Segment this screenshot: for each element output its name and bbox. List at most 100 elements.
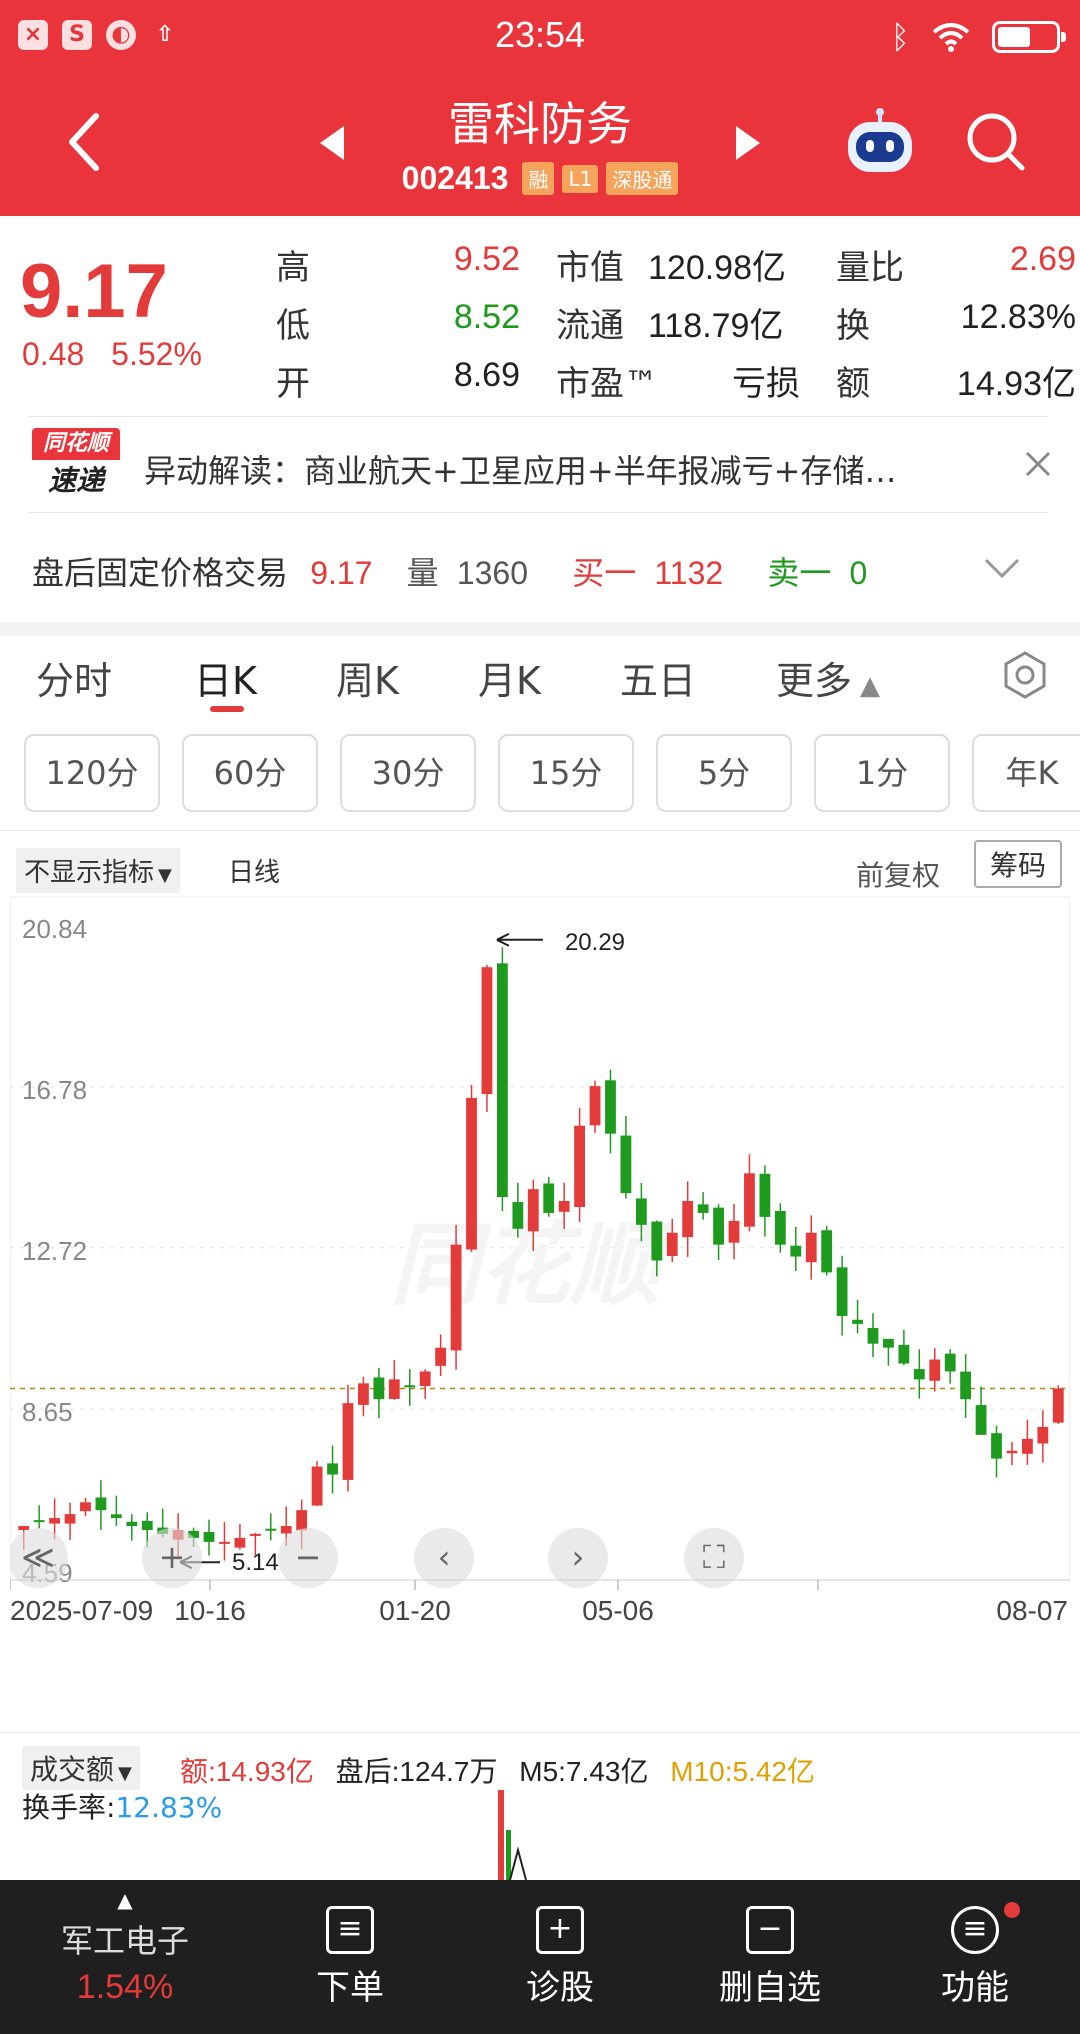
after-hours-price: 9.17 — [310, 555, 373, 591]
news-badge-bottom: 速递 — [47, 464, 104, 497]
indicator-label: 不显示指标 — [24, 858, 155, 888]
turnover-rate-row: 换手率:12.83% — [22, 1786, 222, 1826]
kline-chart[interactable]: 20.8416.7812.728.654.59同花顺20.295.14≪+−‹›… — [8, 895, 1071, 1666]
candle-body — [280, 1526, 292, 1534]
buy1-value: 1132 — [654, 555, 724, 591]
nav-functions-label: 功能 — [941, 1968, 1009, 2008]
candle-body — [18, 1526, 30, 1530]
candle-body — [635, 1198, 647, 1225]
volume-bars — [498, 1790, 527, 1880]
line-type: 日线 — [228, 858, 281, 888]
volume-ratio-label: 量比 — [836, 248, 904, 288]
nav-remove-watchlist[interactable]: − 删自选 — [700, 1906, 840, 2009]
candle-body — [991, 1433, 1002, 1459]
close-icon[interactable] — [1024, 450, 1052, 478]
settings-hexagon-icon[interactable] — [1000, 650, 1050, 700]
m10-label: M10: — [670, 1756, 733, 1787]
min-label: 5.14 — [232, 1549, 279, 1576]
wifi-icon — [932, 23, 970, 52]
candle-body — [527, 1189, 539, 1232]
m5-value: 7.43亿 — [565, 1756, 649, 1787]
m10-value: 5.42亿 — [732, 1756, 816, 1787]
y-tick-label: 8.65 — [22, 1397, 73, 1427]
sector-button[interactable]: ▲ 军工电子 1.54% — [0, 1888, 250, 2007]
tab-timeshare[interactable]: 分时 — [36, 650, 112, 705]
period-30min[interactable]: 30分 — [340, 734, 476, 812]
nav-diagnose-label: 诊股 — [526, 1968, 594, 2008]
robot-assistant-icon[interactable] — [842, 108, 918, 178]
candle-body — [311, 1466, 323, 1506]
candle-body — [33, 1520, 45, 1523]
candle-body — [419, 1371, 431, 1387]
change-percent: 5.52% — [111, 336, 202, 372]
after-hours-vol-label: 量 — [406, 554, 439, 592]
menu-circle-icon: ≡ — [951, 1906, 999, 1954]
tab-monthly-k[interactable]: 月K — [478, 650, 541, 705]
candle-body — [1052, 1388, 1064, 1423]
chips-button[interactable]: 筹码 — [974, 840, 1063, 888]
m5-label: M5: — [519, 1756, 566, 1787]
max-arrow — [496, 932, 543, 947]
caret-down-icon: ▼ — [158, 865, 172, 886]
tab-daily-k[interactable]: 日K — [194, 650, 257, 705]
top-header: × S ◐ ⇧ 23:54 ᛒ 雷科防务 002413 融 L1 深股通 — [0, 0, 1080, 216]
period-5min[interactable]: 5分 — [656, 734, 792, 812]
period-15min[interactable]: 15分 — [498, 734, 634, 812]
price-change: 0.48 5.52% — [22, 336, 202, 373]
search-icon[interactable] — [964, 110, 1028, 174]
sector-pct: 1.54% — [76, 1968, 174, 2006]
after-hours-row[interactable]: 盘后固定价格交易 9.17 量 1360 买一 1132 卖一 0 — [32, 548, 867, 594]
candle-body — [49, 1518, 61, 1524]
tag-connect: 深股通 — [606, 162, 679, 195]
nav-order[interactable]: ≡ 下单 — [290, 1906, 410, 2009]
tab-weekly-k[interactable]: 周K — [336, 650, 399, 705]
divider — [28, 416, 1048, 417]
candle-body — [558, 1201, 570, 1212]
period-1min[interactable]: 1分 — [814, 734, 950, 812]
candle-body — [203, 1531, 215, 1542]
candle-body — [388, 1379, 400, 1399]
candle-body — [605, 1080, 616, 1134]
indicator-selector[interactable]: 不显示指标 ▼ — [16, 848, 180, 893]
candle-body — [80, 1502, 91, 1512]
period-year-k[interactable]: 年K — [972, 734, 1080, 812]
next-stock-icon[interactable] — [734, 124, 762, 162]
y-tick-label: 12.72 — [22, 1236, 87, 1266]
candle-body — [1037, 1426, 1049, 1444]
chevron-down-icon[interactable] — [982, 556, 1022, 580]
kline-svg: 20.8416.7812.728.654.59同花顺20.295.14≪+−‹›… — [8, 895, 1071, 1626]
candle-body — [358, 1383, 369, 1405]
candle-body — [327, 1463, 338, 1475]
caret-down-icon: ▼ — [118, 1763, 132, 1784]
candle-body — [1021, 1438, 1033, 1454]
candle-body — [805, 1232, 817, 1263]
battery-icon — [992, 21, 1066, 53]
volume-indicator-selector[interactable]: 成交额 ▼ — [22, 1746, 140, 1790]
nav-diagnose[interactable]: + 诊股 — [500, 1906, 620, 2009]
volume-selector-label: 成交额 — [30, 1753, 115, 1786]
scroll-left-button-icon: ≪ — [21, 1538, 55, 1576]
order-sheet-icon: ≡ — [326, 1906, 374, 1954]
after-hours-label: 盘后固定价格交易 — [32, 554, 289, 592]
stock-name: 雷科防务 — [448, 98, 632, 150]
period-60min[interactable]: 60分 — [182, 734, 318, 812]
pe-label: 市盈™ — [556, 364, 658, 404]
news-headline[interactable]: 异动解读：商业航天+卫星应用+半年报减亏+存储… — [144, 446, 964, 492]
tab-more[interactable]: 更多 ▲ — [776, 650, 880, 705]
x-tick-label: 08-07 — [996, 1595, 1068, 1626]
amount-value: 14.93亿 — [956, 365, 1076, 403]
candle-body — [960, 1371, 972, 1400]
float-cap-value: 118.79亿 — [648, 307, 784, 345]
zoom-out-button-icon: − — [295, 1538, 322, 1576]
news-badge-logo: 同花顺 速递 — [32, 428, 120, 502]
period-120min[interactable]: 120分 — [24, 734, 160, 812]
candle-body — [682, 1201, 694, 1238]
current-price: 9.17 — [20, 249, 168, 334]
adjust-mode[interactable]: 前复权 — [856, 854, 940, 894]
tab-five-day[interactable]: 五日 — [620, 650, 696, 705]
candle-body — [1006, 1450, 1018, 1454]
candle-body — [836, 1267, 848, 1316]
candle-body — [450, 1244, 462, 1351]
nav-functions[interactable]: ≡ 功能 — [915, 1906, 1035, 2009]
candle-body — [666, 1232, 678, 1256]
